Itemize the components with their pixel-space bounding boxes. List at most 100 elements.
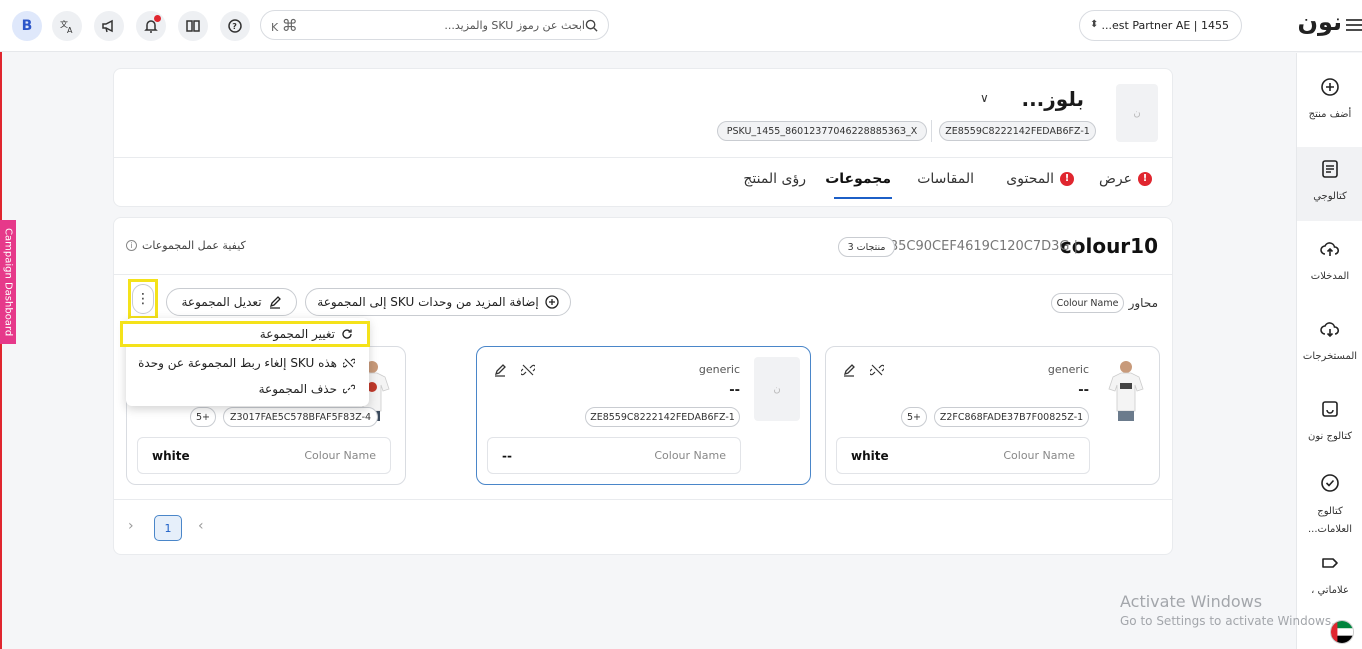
noon-logo[interactable]: نون	[1262, 8, 1342, 42]
attribute-name: Colour Name	[654, 449, 726, 462]
top-bar: B 文A ? K ⌘ ⬍ ...est Partner AE | 1455 نو…	[0, 0, 1362, 52]
translate-icon[interactable]: 文A	[52, 11, 82, 41]
plus-circle-icon	[1321, 78, 1339, 96]
psku-pill[interactable]: PSKU_1455_8601237704622888536З_X	[717, 121, 927, 141]
pencil-icon[interactable]	[842, 363, 856, 377]
tab-product-insights[interactable]: رؤى المنتج	[743, 171, 806, 187]
attribute-value: --	[502, 448, 512, 463]
sku-pill[interactable]: ZE8559C8222142FEDAB6FZ-1	[585, 407, 740, 427]
sku-card-current[interactable]: ن generic -- ZE8559C8222142FEDAB6FZ-1 --…	[476, 346, 811, 485]
sku-card[interactable]: generic -- Z2FC868FADE37B7F00825Z-1 5+ w…	[825, 346, 1160, 485]
chevron-down-icon[interactable]: ∨	[980, 91, 989, 105]
search-icon	[585, 19, 598, 32]
sidebar-item-noon-catalog[interactable]: كتالوج نون	[1297, 399, 1362, 445]
uae-flag-icon[interactable]	[1330, 620, 1354, 644]
product-count-badge: 3 منتجات	[838, 237, 895, 257]
attribute-name: Colour Name	[304, 449, 376, 462]
unlink-icon[interactable]	[870, 363, 884, 377]
plus-circle-icon	[545, 295, 559, 309]
product-image-white-tshirt	[1108, 361, 1144, 421]
product-thumbnail: ن	[1116, 84, 1158, 142]
pencil-icon[interactable]	[493, 363, 507, 377]
bell-icon[interactable]	[136, 11, 166, 41]
menu-item-delete-group[interactable]: حذف المجموعة	[126, 376, 369, 402]
attribute-name: Colour Name	[1003, 449, 1075, 462]
tab-view[interactable]: !عرض	[1099, 171, 1152, 187]
sku-pill[interactable]: Z2FC868FADE37B7F00825Z-1	[934, 407, 1089, 427]
sidebar-item-uploads[interactable]: المدخلات	[1297, 239, 1362, 285]
divider	[114, 499, 1172, 500]
link-icon	[343, 384, 355, 394]
tab-sizes[interactable]: المقاسات	[917, 171, 974, 187]
error-icon: !	[1060, 172, 1074, 186]
active-tab-indicator	[834, 197, 892, 199]
sku-subtitle: --	[729, 383, 740, 398]
sku-brand: generic	[1047, 363, 1089, 376]
attribute-value: white	[851, 448, 889, 463]
attribute-row: -- Colour Name	[487, 437, 741, 474]
book-icon[interactable]	[178, 11, 208, 41]
tab-groups[interactable]: مجموعات	[825, 171, 891, 187]
partner-selector[interactable]: ⬍ ...est Partner AE | 1455	[1079, 10, 1242, 41]
error-icon: !	[1138, 172, 1152, 186]
how-groups-work-link[interactable]: كيفية عمل المجموعات i	[126, 239, 246, 252]
activate-windows-subtitle: Go to Settings to activate Windows.	[1120, 614, 1335, 628]
sidebar-item-my-catalog[interactable]: كتالوجي	[1297, 147, 1362, 221]
psku-pill[interactable]: ZE8559C8222142FEDAB6FZ-1	[939, 121, 1096, 141]
catalog-icon	[1322, 160, 1338, 178]
divider	[931, 120, 932, 142]
info-icon: i	[126, 240, 137, 251]
search-input[interactable]	[297, 18, 585, 32]
cloud-download-icon	[1320, 322, 1340, 338]
menu-item-unlink-group[interactable]: إلغاء ربط المجموعة عن وحدة SKU هذه	[126, 350, 369, 376]
edit-group-button[interactable]: تعديل المجموعة	[166, 288, 297, 316]
divider	[114, 274, 1172, 275]
tabs-divider	[114, 157, 1172, 158]
cloud-upload-icon	[1320, 242, 1340, 256]
user-avatar[interactable]: B	[12, 11, 42, 41]
refresh-icon	[342, 329, 352, 339]
sku-pill[interactable]: Z3017FAE5C578BFAF5F83Z-4	[223, 407, 378, 427]
hamburger-menu-icon[interactable]	[1346, 18, 1362, 32]
group-id: ZB5C90CEF4619C120C7D3G |	[880, 239, 1078, 254]
activate-windows-title: Activate Windows	[1120, 592, 1263, 611]
add-more-skus-button[interactable]: إضافة المزيد من وحدات SKU إلى المجموعة	[305, 288, 571, 316]
more-options-highlight: ⋮	[128, 279, 158, 319]
more-options-button[interactable]: ⋮	[132, 284, 154, 314]
attribute-row: white Colour Name	[137, 437, 391, 474]
sidebar-item-downloads[interactable]: المستخرجات	[1297, 319, 1362, 365]
noon-catalog-icon	[1322, 401, 1338, 417]
product-title: بلوز...	[1021, 87, 1084, 111]
right-sidebar: أضف منتج كتالوجي المدخلات المستخرجات كتا…	[1296, 53, 1362, 649]
axis-pill-colour-name[interactable]: Colour Name	[1051, 293, 1124, 313]
sidebar-item-add-product[interactable]: أضف منتج	[1297, 77, 1362, 123]
megaphone-icon[interactable]	[94, 11, 124, 41]
notification-dot	[154, 15, 161, 22]
more-skus-badge[interactable]: 5+	[901, 407, 927, 427]
attribute-row: white Colour Name	[836, 437, 1090, 474]
pagination-next[interactable]: ›	[128, 518, 134, 534]
group-options-menu: تغيير المجموعة إلغاء ربط المجموعة عن وحد…	[120, 318, 370, 406]
more-skus-badge[interactable]: 5+	[190, 407, 216, 427]
unlink-icon	[343, 358, 355, 368]
sidebar-item-my-brands[interactable]: علاماتي ،	[1297, 553, 1362, 599]
sidebar-item-brand-catalog[interactable]: كتالوج العلامات...	[1297, 473, 1362, 539]
sku-subtitle: --	[1078, 383, 1089, 398]
search-box[interactable]: K ⌘	[260, 10, 609, 40]
sku-brand: generic	[698, 363, 740, 376]
menu-item-change-group[interactable]: تغيير المجموعة	[120, 321, 370, 347]
partner-label: ...est Partner AE | 1455	[1101, 19, 1229, 32]
axes-label: محاور	[1128, 296, 1158, 310]
pencil-icon	[269, 296, 281, 309]
pagination-prev[interactable]: ‹	[198, 518, 204, 534]
chevron-updown-icon: ⬍	[1090, 19, 1099, 30]
pagination-page-1[interactable]: 1	[154, 515, 182, 541]
svg-text:?: ?	[232, 22, 237, 31]
svg-text:A: A	[67, 26, 73, 34]
help-icon[interactable]: ?	[220, 11, 250, 41]
tab-content[interactable]: !المحتوى	[1006, 171, 1074, 187]
unlink-icon[interactable]	[521, 363, 535, 377]
sku-thumbnail-placeholder: ن	[754, 357, 800, 421]
campaign-dashboard-tab[interactable]: Campaign Dashboard	[0, 220, 16, 344]
product-header-card: ن بلوز... ∨ ZE8559C8222142FEDAB6FZ-1 PSK…	[113, 68, 1173, 207]
